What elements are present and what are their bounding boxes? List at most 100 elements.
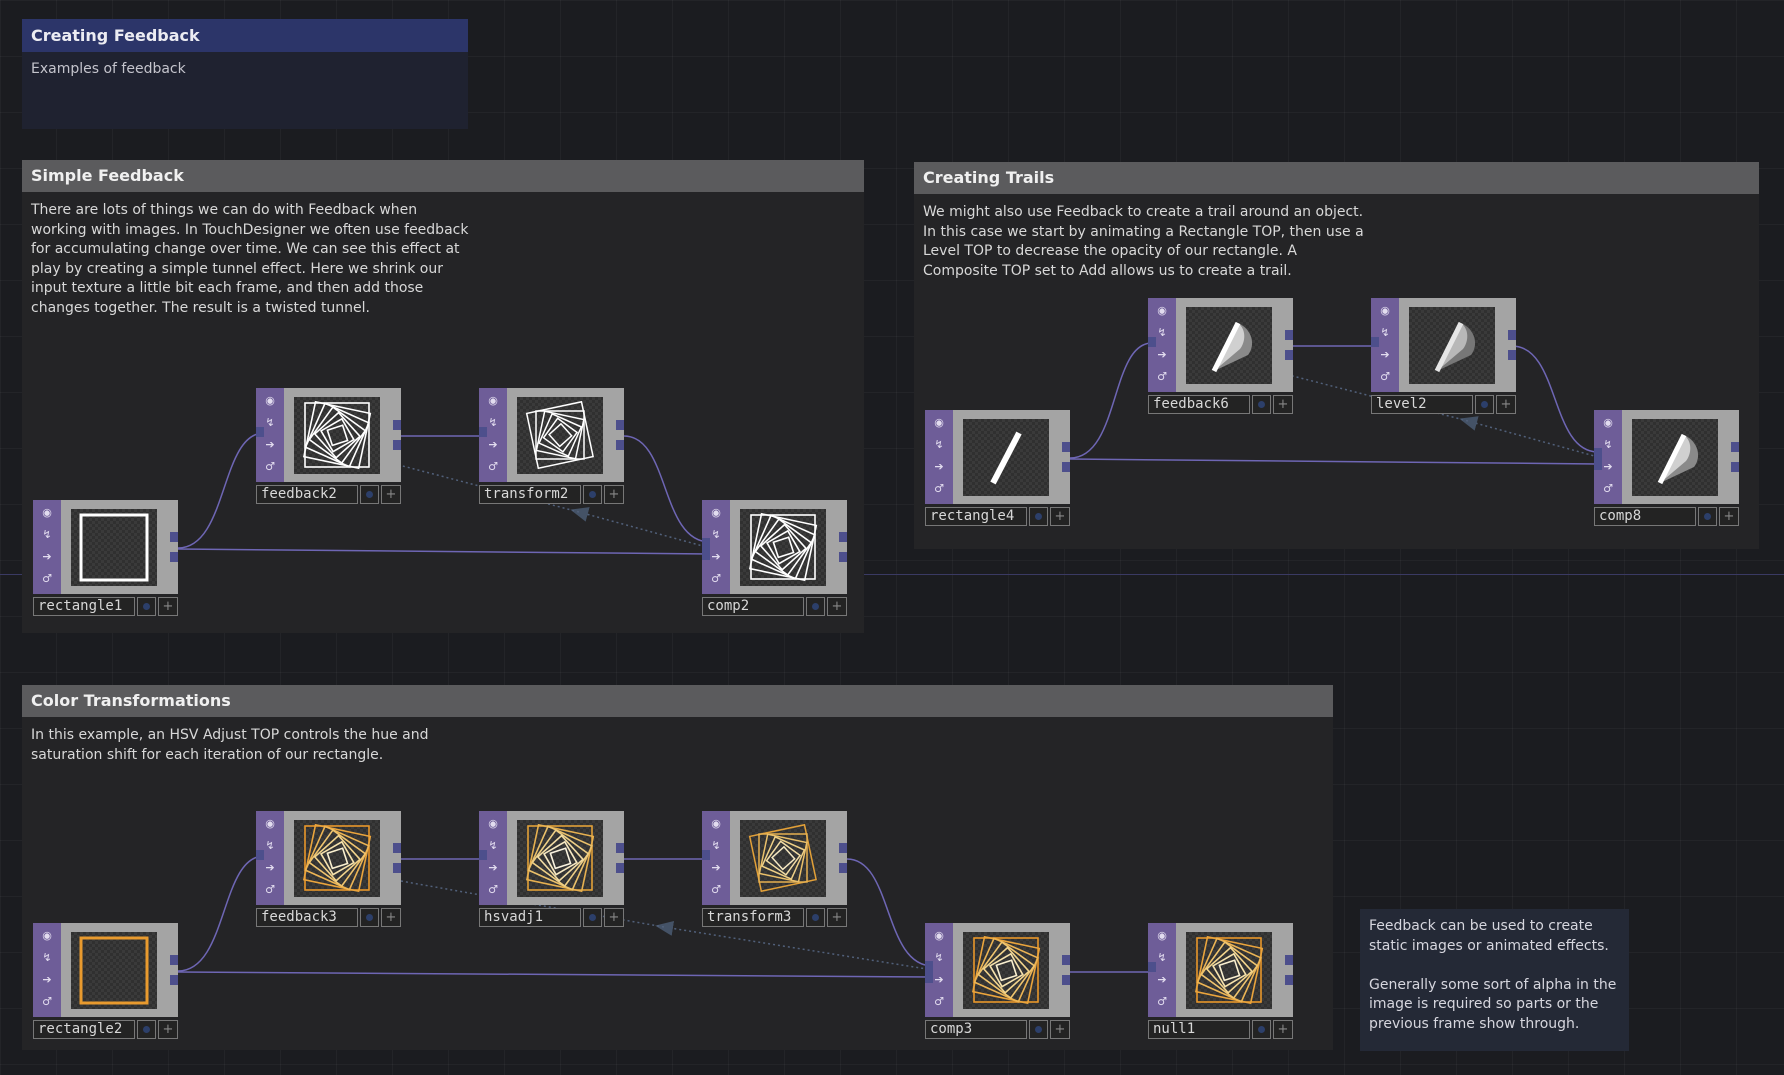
output-connector[interactable] [170,975,178,985]
output-connector[interactable] [839,863,847,873]
output-connector[interactable] [1285,975,1293,985]
output-connector[interactable] [1731,462,1739,472]
lock-icon[interactable]: ♂ [1601,482,1615,496]
output-connector[interactable] [1062,442,1070,452]
viewer-icon[interactable]: ◉ [932,929,946,943]
viewer-icon[interactable]: ◉ [1155,929,1169,943]
cook-icon[interactable]: ↯ [263,416,277,430]
viewer-icon[interactable]: ◉ [709,817,723,831]
input-connector[interactable] [1594,448,1602,470]
cook-icon[interactable]: ↯ [40,951,54,965]
viewer-icon[interactable]: ◉ [40,506,54,520]
node-name[interactable]: rectangle2 [33,1020,135,1039]
node-rectangle2[interactable]: ◉ ↯ ➔ ♂ rectangle2 + [33,923,178,1039]
add-button[interactable]: + [381,908,401,927]
node-name[interactable]: comp2 [702,597,804,616]
view-button[interactable] [1252,1020,1271,1039]
add-button[interactable]: + [158,1020,178,1039]
node-transform2[interactable]: ◉ ↯ ➔ ♂ transform2 + [479,388,624,504]
output-connector[interactable] [170,532,178,542]
view-button[interactable] [360,908,379,927]
node-name[interactable]: feedback2 [256,485,358,504]
node-feedback2[interactable]: ◉ ↯ ➔ ♂ feedback2 + [256,388,401,504]
view-button[interactable] [1475,395,1494,414]
cook-icon[interactable]: ↯ [932,438,946,452]
node-feedback6[interactable]: ◉ ↯ ➔ ♂ feedback6 + [1148,298,1293,414]
viewer-icon[interactable]: ◉ [1155,304,1169,318]
output-connector[interactable] [1062,462,1070,472]
view-button[interactable] [137,1020,156,1039]
node-name[interactable]: rectangle1 [33,597,135,616]
cook-icon[interactable]: ↯ [1155,326,1169,340]
bypass-icon[interactable]: ➔ [709,550,723,564]
view-button[interactable] [137,597,156,616]
lock-icon[interactable]: ♂ [932,482,946,496]
bypass-icon[interactable]: ➔ [486,861,500,875]
node-hsvadj1[interactable]: ◉ ↯ ➔ ♂ hsvadj1 + [479,811,624,927]
output-connector[interactable] [170,552,178,562]
output-connector[interactable] [616,440,624,450]
output-connector[interactable] [839,532,847,542]
output-connector[interactable] [393,440,401,450]
view-button[interactable] [1252,395,1271,414]
add-button[interactable]: + [1719,507,1739,526]
bypass-icon[interactable]: ➔ [1155,348,1169,362]
lock-icon[interactable]: ♂ [486,883,500,897]
add-button[interactable]: + [1496,395,1516,414]
lock-icon[interactable]: ♂ [40,995,54,1009]
cook-icon[interactable]: ↯ [1601,438,1615,452]
input-connector[interactable] [479,850,487,860]
input-connector[interactable] [925,961,933,983]
add-button[interactable]: + [381,485,401,504]
node-name[interactable]: transform3 [702,908,804,927]
view-button[interactable] [1029,507,1048,526]
output-connector[interactable] [1731,442,1739,452]
output-connector[interactable] [839,552,847,562]
bypass-icon[interactable]: ➔ [40,550,54,564]
add-button[interactable]: + [1273,1020,1293,1039]
add-button[interactable]: + [158,597,178,616]
output-connector[interactable] [1508,350,1516,360]
cook-icon[interactable]: ↯ [709,839,723,853]
cook-icon[interactable]: ↯ [486,839,500,853]
node-name[interactable]: level2 [1371,395,1473,414]
viewer-icon[interactable]: ◉ [1601,416,1615,430]
lock-icon[interactable]: ♂ [932,995,946,1009]
input-connector[interactable] [702,538,710,560]
view-button[interactable] [583,908,602,927]
lock-icon[interactable]: ♂ [1378,370,1392,384]
lock-icon[interactable]: ♂ [709,883,723,897]
bypass-icon[interactable]: ➔ [932,973,946,987]
node-name[interactable]: comp3 [925,1020,1027,1039]
input-connector[interactable] [1148,337,1156,347]
node-comp2[interactable]: ◉ ↯ ➔ ♂ comp2 + [702,500,847,616]
input-connector[interactable] [256,850,264,860]
node-name[interactable]: hsvadj1 [479,908,581,927]
view-button[interactable] [583,485,602,504]
node-feedback3[interactable]: ◉ ↯ ➔ ♂ feedback3 + [256,811,401,927]
viewer-icon[interactable]: ◉ [709,506,723,520]
cook-icon[interactable]: ↯ [709,528,723,542]
lock-icon[interactable]: ♂ [263,883,277,897]
node-comp3[interactable]: ◉ ↯ ➔ ♂ comp3 + [925,923,1070,1039]
bypass-icon[interactable]: ➔ [1155,973,1169,987]
output-connector[interactable] [1285,330,1293,340]
add-button[interactable]: + [604,908,624,927]
output-connector[interactable] [839,843,847,853]
lock-icon[interactable]: ♂ [40,572,54,586]
output-connector[interactable] [1285,350,1293,360]
node-rectangle1[interactable]: ◉ ↯ ➔ ♂ rectangle1 + [33,500,178,616]
input-connector[interactable] [256,427,264,437]
bypass-icon[interactable]: ➔ [1601,460,1615,474]
cook-icon[interactable]: ↯ [1378,326,1392,340]
view-button[interactable] [806,908,825,927]
node-name[interactable]: rectangle4 [925,507,1027,526]
viewer-icon[interactable]: ◉ [486,817,500,831]
bypass-icon[interactable]: ➔ [486,438,500,452]
node-level2[interactable]: ◉ ↯ ➔ ♂ level2 + [1371,298,1516,414]
view-button[interactable] [1698,507,1717,526]
node-name[interactable]: feedback3 [256,908,358,927]
view-button[interactable] [1029,1020,1048,1039]
cook-icon[interactable]: ↯ [932,951,946,965]
view-button[interactable] [806,597,825,616]
